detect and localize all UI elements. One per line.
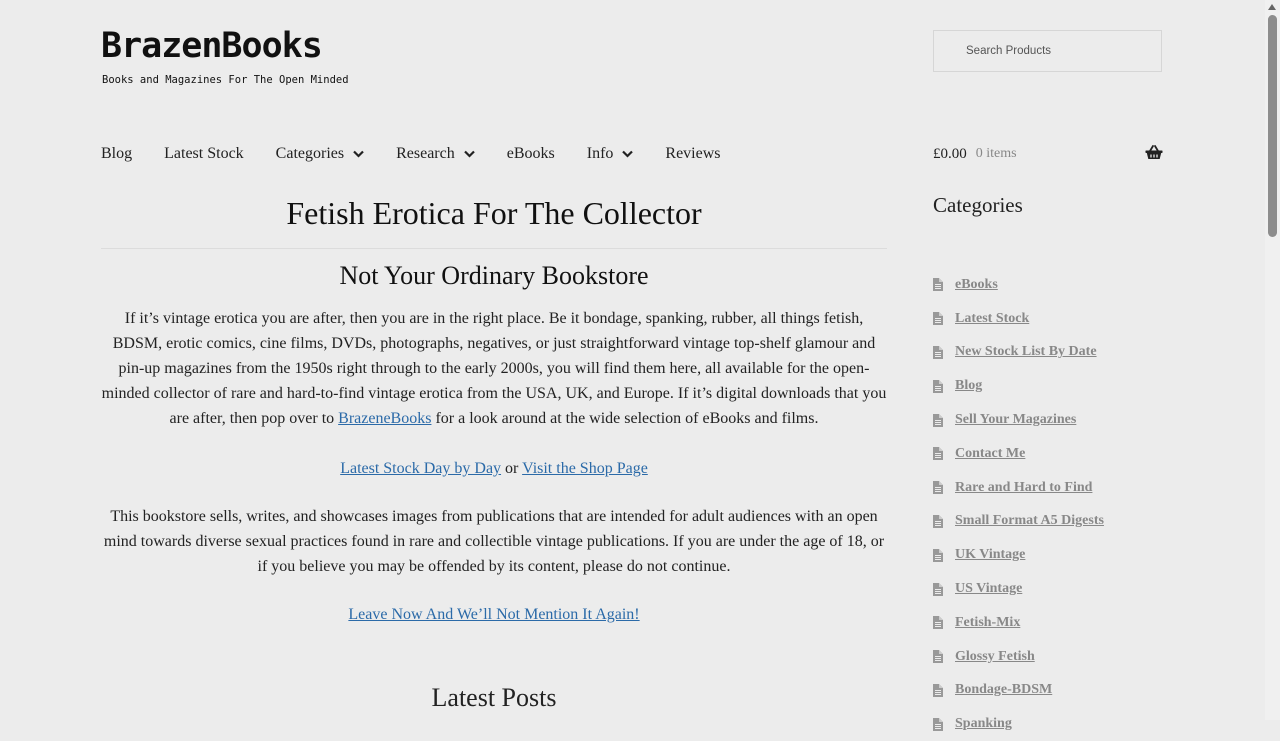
nav-item-reviews[interactable]: Reviews	[665, 145, 720, 163]
sidebar-category-link[interactable]: Bondage-BDSM	[955, 682, 1052, 698]
nav-item-label: Reviews	[665, 145, 721, 162]
title-divider	[101, 248, 887, 249]
scrollbar[interactable]	[1265, 0, 1280, 720]
or-text: or	[501, 460, 523, 477]
sidebar-category-item: Small Format A5 Digests	[933, 505, 1104, 539]
chevron-down-icon	[463, 150, 475, 158]
sidebar-category-link[interactable]: Latest Stock	[955, 311, 1029, 327]
sidebar-title: Categories	[933, 193, 1023, 217]
section-heading: Not Your Ordinary Bookstore	[339, 261, 649, 290]
nav-item-ebooks[interactable]: eBooks	[507, 145, 555, 163]
chevron-down-icon	[353, 150, 364, 158]
scrollbar-thumb[interactable]	[1268, 15, 1277, 237]
document-icon	[933, 312, 943, 326]
latest-stock-link[interactable]: Latest Stock Day by Day	[340, 460, 501, 477]
sidebar-category-link[interactable]: US Vintage	[955, 581, 1022, 597]
document-icon	[933, 379, 943, 393]
site-title[interactable]: BrazenBooks	[101, 26, 323, 66]
leave-now-link[interactable]: Leave Now And We’ll Not Mention It Again…	[348, 606, 639, 623]
nav-item-blog[interactable]: Blog	[101, 145, 132, 163]
nav-item-label: Info	[586, 145, 614, 162]
brazenebooks-link[interactable]: BrazeneBooks	[338, 410, 431, 427]
shop-links: Latest Stock Day by Day or Visit the Sho…	[101, 456, 887, 481]
primary-nav: Blog Latest Stock Categories Research eB…	[101, 143, 721, 165]
sidebar-category-link[interactable]: UK Vintage	[955, 547, 1025, 563]
document-icon	[933, 345, 943, 359]
sidebar-category-item: Sell Your Magazines	[933, 403, 1104, 437]
document-icon	[933, 616, 943, 630]
sidebar-category-link[interactable]: New Stock List By Date	[955, 344, 1097, 360]
nav-item-info[interactable]: Info	[587, 145, 634, 163]
sidebar-category-item: Blog	[933, 369, 1104, 403]
leave-paragraph: Leave Now And We’ll Not Mention It Again…	[101, 602, 887, 627]
document-icon	[933, 514, 943, 528]
search-input[interactable]	[933, 30, 1162, 72]
sidebar-category-link[interactable]: Spanking	[955, 716, 1012, 732]
age-warning-paragraph: This bookstore sells, writes, and showca…	[103, 508, 885, 575]
category-list: eBooks Latest Stock New Stock List By Date…	[933, 268, 1104, 741]
sidebar-category-link[interactable]: Small Format A5 Digests	[955, 513, 1104, 529]
sidebar-category-item: UK Vintage	[933, 538, 1104, 572]
chevron-down-icon	[622, 150, 634, 158]
sidebar-category-item: Rare and Hard to Find	[933, 471, 1104, 505]
sidebar-category-link[interactable]: Contact Me	[955, 446, 1025, 462]
document-icon	[933, 278, 943, 292]
cart-amount: £0.00	[933, 145, 967, 162]
sidebar-category-item: Spanking	[933, 707, 1104, 741]
document-icon	[933, 481, 943, 495]
shop-page-link[interactable]: Visit the Shop Page	[522, 460, 648, 477]
nav-item-label: Blog	[101, 145, 133, 162]
site-tagline: Books and Magazines For The Open Minded	[102, 74, 349, 86]
document-icon	[933, 582, 943, 596]
sidebar-category-link[interactable]: Rare and Hard to Find	[955, 480, 1092, 496]
latest-posts-heading: Latest Posts	[431, 683, 557, 712]
nav-item-latest-stock[interactable]: Latest Stock	[164, 145, 244, 163]
sidebar-category-item: Contact Me	[933, 437, 1104, 471]
main-content: Fetish Erotica For The Collector Not You…	[101, 192, 887, 712]
nav-item-label: Research	[396, 145, 455, 162]
sidebar-category-link[interactable]: Glossy Fetish	[955, 649, 1035, 665]
document-icon	[933, 413, 943, 427]
cart-item-count: 0 items	[975, 146, 1017, 161]
basket-icon	[1145, 145, 1163, 159]
intro-text-end: for a look around at the wide selection …	[431, 410, 819, 427]
sidebar-category-item: Latest Stock	[933, 302, 1104, 336]
sidebar-category-link[interactable]: Fetish-Mix	[955, 615, 1020, 631]
nav-item-categories[interactable]: Categories	[276, 145, 364, 163]
sidebar-category-item: Bondage-BDSM	[933, 674, 1104, 708]
nav-item-research[interactable]: Research	[396, 145, 475, 163]
nav-item-label: Categories	[275, 145, 345, 162]
sidebar-category-link[interactable]: Blog	[955, 378, 982, 394]
sidebar-category-item: eBooks	[933, 268, 1104, 302]
document-icon	[933, 447, 943, 461]
sidebar-category-link[interactable]: eBooks	[955, 277, 998, 293]
cart-widget[interactable]: £0.00 0 items	[933, 143, 1165, 165]
document-icon	[933, 548, 943, 562]
nav-item-label: eBooks	[506, 145, 555, 162]
sidebar-category-item: New Stock List By Date	[933, 336, 1104, 370]
intro-paragraph: If it’s vintage erotica you are after, t…	[101, 306, 887, 431]
nav-item-label: Latest Stock	[164, 145, 244, 162]
document-icon	[933, 683, 943, 697]
sidebar-category-link[interactable]: Sell Your Magazines	[955, 412, 1076, 428]
scroll-up-arrow-icon[interactable]	[1268, 4, 1276, 10]
page-title: Fetish Erotica For The Collector	[286, 195, 702, 231]
document-icon	[933, 650, 943, 664]
sidebar-category-item: Glossy Fetish	[933, 640, 1104, 674]
sidebar-category-item: Fetish-Mix	[933, 606, 1104, 640]
sidebar-category-item: US Vintage	[933, 572, 1104, 606]
